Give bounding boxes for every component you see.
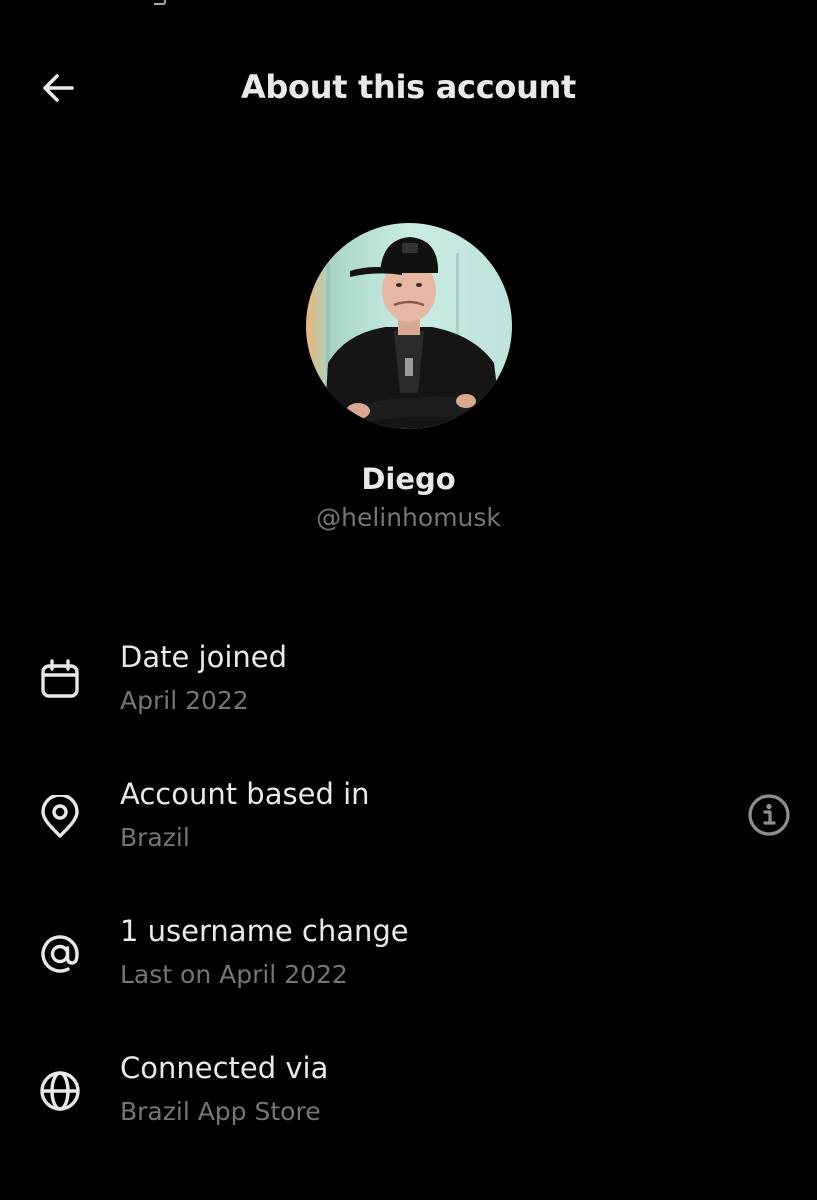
location-pin-icon <box>36 793 84 841</box>
info-icon <box>747 793 791 841</box>
info-row-connected-via: Connected via Brazil App Store <box>0 1051 817 1161</box>
row-subtitle: Last on April 2022 <box>120 960 348 989</box>
info-row-username-change: 1 username change Last on April 2022 <box>0 914 817 1024</box>
info-button[interactable] <box>745 793 793 841</box>
row-subtitle: Brazil App Store <box>120 1097 321 1126</box>
row-title: 1 username change <box>120 914 409 948</box>
avatar[interactable] <box>306 223 512 429</box>
info-row-account-based-in: Account based in Brazil <box>0 777 817 887</box>
row-subtitle: April 2022 <box>120 686 249 715</box>
page-title: About this account <box>240 68 577 106</box>
globe-icon <box>36 1067 84 1115</box>
status-bar-fragment <box>154 0 166 5</box>
header: About this account <box>0 50 817 126</box>
info-row-date-joined: Date joined April 2022 <box>0 640 817 750</box>
at-sign-icon <box>36 930 84 978</box>
display-name: Diego <box>361 462 456 496</box>
calendar-icon <box>36 656 84 704</box>
row-subtitle: Brazil <box>120 823 190 852</box>
row-title: Account based in <box>120 777 370 811</box>
handle: @helinhomusk <box>316 503 501 532</box>
row-title: Date joined <box>120 640 288 674</box>
row-title: Connected via <box>120 1051 329 1085</box>
